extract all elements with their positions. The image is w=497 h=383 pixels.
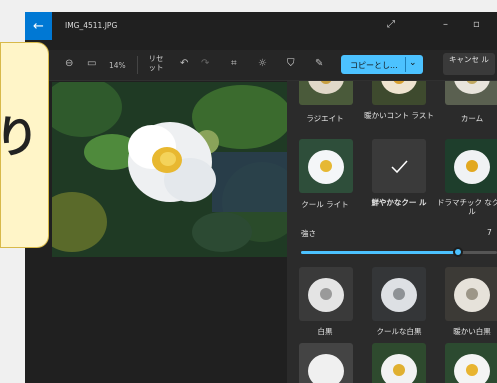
toolbar-divider — [137, 56, 138, 74]
reset-button[interactable]: リセ ット — [145, 54, 167, 72]
edited-photo — [52, 82, 287, 257]
intensity-label: 強さ — [301, 229, 316, 238]
crop-icon[interactable]: ⌗ — [231, 58, 237, 69]
maximize-icon[interactable]: ▫ — [473, 19, 480, 30]
filter-thumb-warm-bw[interactable] — [445, 267, 497, 321]
minimize-icon[interactable]: – — [443, 19, 448, 30]
filter-thumb-warm-contrast[interactable] — [372, 81, 426, 105]
save-copy-button[interactable]: コピーとし... ⌄ — [341, 55, 423, 74]
filter-thumb-row4-b[interactable] — [372, 343, 426, 383]
intensity-value: 7 — [487, 228, 492, 237]
filter-thumb-dramatic-cool[interactable] — [445, 139, 497, 193]
fit-icon[interactable]: ▭ — [87, 58, 96, 69]
callout-overlay: り — [0, 42, 49, 248]
filter-label: ドラマチック なクール — [437, 198, 497, 216]
filter-label: ラジエイト — [306, 114, 344, 123]
filter-thumb-radiate[interactable] — [299, 81, 353, 105]
back-arrow-icon: ← — [33, 18, 44, 34]
window-title: IMG_4511.JPG — [65, 21, 118, 30]
edit-toolbar: ⊖ ▭ 14% リセ ット ↶ ↷ ⌗ ☼ ⛉ ✎ コピーとし... ⌄ キャン… — [25, 50, 497, 81]
filter-icon[interactable]: ⛉ — [287, 58, 295, 69]
filter-label: クールな白黒 — [376, 327, 422, 336]
zoom-level[interactable]: 14% — [109, 61, 126, 70]
callout-text: り — [0, 112, 39, 163]
filter-label: カーム — [460, 114, 484, 123]
filter-thumb-calm[interactable] — [445, 81, 497, 105]
filter-panel: ラジエイト 暖かいコント ラスト カーム クール ライト 鮮やかなクー ル ドラ… — [287, 81, 497, 383]
slider-fill — [301, 251, 458, 254]
filter-thumb-cool-light[interactable] — [299, 139, 353, 193]
photo-editor-window: ← IMG_4511.JPG ⤢ – ▫ ⊖ ▭ 14% リセ ット ↶ ↷ ⌗… — [25, 12, 497, 383]
filter-thumb-row4-a[interactable] — [299, 343, 353, 383]
redo-icon[interactable]: ↷ — [201, 58, 209, 69]
title-bar: ← IMG_4511.JPG ⤢ – ▫ — [25, 12, 497, 42]
filter-thumb-row4-c[interactable] — [445, 343, 497, 383]
filter-thumb-vivid-cool[interactable] — [372, 139, 426, 193]
adjust-icon[interactable]: ☼ — [258, 58, 267, 69]
save-copy-label: コピーとし... — [350, 61, 398, 70]
zoom-out-icon[interactable]: ⊖ — [65, 58, 73, 69]
slider-thumb[interactable] — [452, 247, 463, 257]
filter-label: 白黒 — [317, 327, 333, 336]
filter-label: クール ライト — [301, 200, 349, 209]
cancel-button[interactable]: キャンセ ル — [443, 53, 495, 75]
back-button[interactable]: ← — [25, 12, 52, 40]
chevron-down-icon[interactable]: ⌄ — [409, 58, 417, 68]
expand-icon[interactable]: ⤢ — [387, 19, 395, 30]
filter-thumb-bw[interactable] — [299, 267, 353, 321]
filter-label: 暖かいコント ラスト — [364, 111, 434, 120]
markup-icon[interactable]: ✎ — [315, 58, 323, 69]
filter-label-selected: 鮮やかなクー ル — [371, 198, 427, 207]
filter-thumb-cool-bw[interactable] — [372, 267, 426, 321]
intensity-slider[interactable] — [301, 247, 497, 257]
filter-label: 暖かい白黒 — [453, 327, 491, 336]
split-divider — [405, 57, 406, 72]
undo-icon[interactable]: ↶ — [180, 58, 188, 69]
